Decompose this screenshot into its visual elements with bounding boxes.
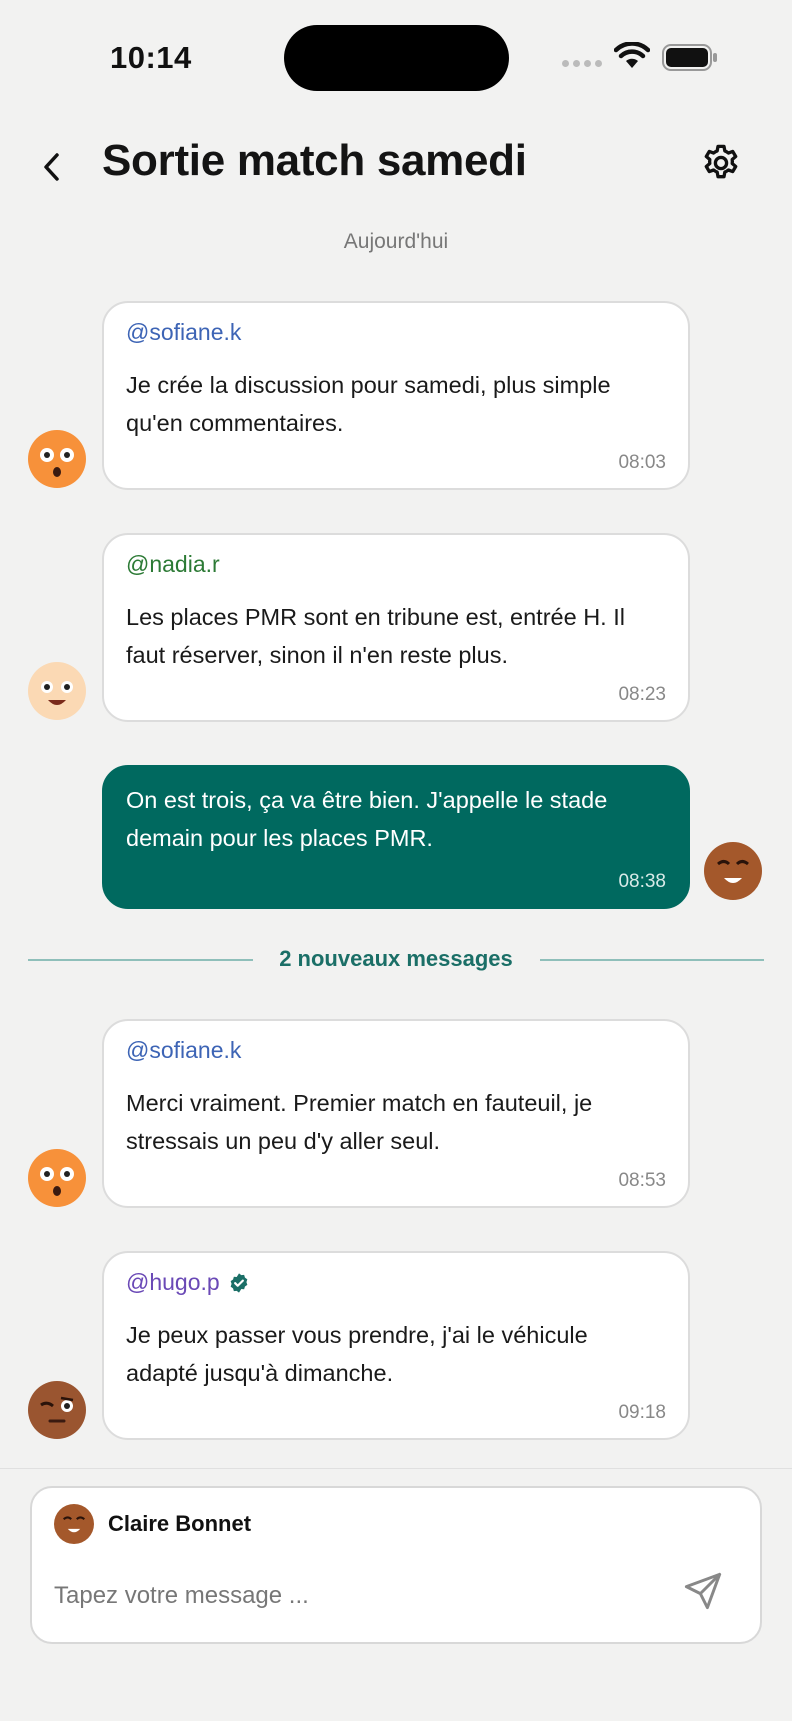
- message-time: 08:38: [618, 871, 666, 892]
- signal-icon: [562, 60, 602, 67]
- conversation-title: Sortie match samedi: [102, 136, 527, 185]
- avatar-hugo[interactable]: [28, 1381, 86, 1439]
- message-author[interactable]: @hugo.p: [126, 1269, 666, 1296]
- new-messages-divider: 2 nouveaux messages: [28, 940, 764, 980]
- dynamic-island: [284, 25, 509, 91]
- message-input[interactable]: [54, 1574, 654, 1618]
- message-time: 08:53: [618, 1170, 666, 1191]
- avatar-nadia[interactable]: [28, 662, 86, 720]
- wifi-icon: [614, 42, 650, 68]
- chat-header: Sortie match samedi: [0, 120, 792, 220]
- message-bubble[interactable]: @sofiane.k Merci vraiment. Premier match…: [102, 1019, 690, 1208]
- message-author[interactable]: @sofiane.k: [126, 1037, 666, 1064]
- back-chevron-icon: [44, 153, 59, 181]
- avatar-sofiane[interactable]: [28, 1149, 86, 1207]
- message-time: 08:03: [618, 452, 666, 473]
- message-bubble[interactable]: @sofiane.k Je crée la discussion pour sa…: [102, 301, 690, 490]
- author-handle[interactable]: @sofiane.k: [126, 319, 241, 346]
- composer-divider: [0, 1468, 792, 1469]
- composer-sender: Claire Bonnet: [54, 1504, 251, 1544]
- date-separator: Aujourd'hui: [343, 230, 449, 253]
- author-handle[interactable]: @sofiane.k: [126, 1037, 241, 1064]
- status-time: 10:14: [110, 40, 192, 75]
- send-icon: [684, 1572, 722, 1610]
- settings-button[interactable]: [700, 142, 742, 184]
- message-bubble[interactable]: @nadia.r Les places PMR sont en tribune …: [102, 533, 690, 722]
- avatar-sofiane[interactable]: [28, 430, 86, 488]
- send-button[interactable]: [682, 1570, 730, 1618]
- sender-name: Claire Bonnet: [108, 1511, 252, 1536]
- message-time: 08:23: [618, 684, 666, 705]
- avatar-claire: [54, 1504, 94, 1544]
- message-author[interactable]: @sofiane.k: [126, 319, 666, 346]
- message-text: Je peux passer vous prendre, j'ai le véh…: [126, 1322, 588, 1386]
- message-text: Je crée la discussion pour samedi, plus …: [126, 372, 611, 436]
- own-message-bubble[interactable]: On est trois, ça va être bien. J'appelle…: [102, 765, 690, 909]
- message-time: 09:18: [618, 1402, 666, 1423]
- message-text: Merci vraiment. Premier match en fauteui…: [126, 1090, 593, 1154]
- status-bar: 10:14: [0, 0, 792, 120]
- message-author[interactable]: @nadia.r: [126, 551, 666, 578]
- message-bubble[interactable]: @hugo.p Je peux passer vous prendre, j'a…: [102, 1251, 690, 1440]
- message-composer: Claire Bonnet: [30, 1486, 762, 1644]
- settings-gear-icon: [704, 144, 738, 179]
- verified-badge-icon: [230, 1272, 248, 1293]
- message-text: Les places PMR sont en tribune est, entr…: [126, 604, 625, 668]
- message-text: On est trois, ça va être bien. J'appelle…: [126, 787, 608, 851]
- author-handle[interactable]: @nadia.r: [126, 551, 220, 578]
- battery-icon: [662, 44, 717, 71]
- back-button[interactable]: [36, 144, 66, 190]
- avatar-claire[interactable]: [704, 842, 762, 900]
- author-handle[interactable]: @hugo.p: [126, 1269, 220, 1296]
